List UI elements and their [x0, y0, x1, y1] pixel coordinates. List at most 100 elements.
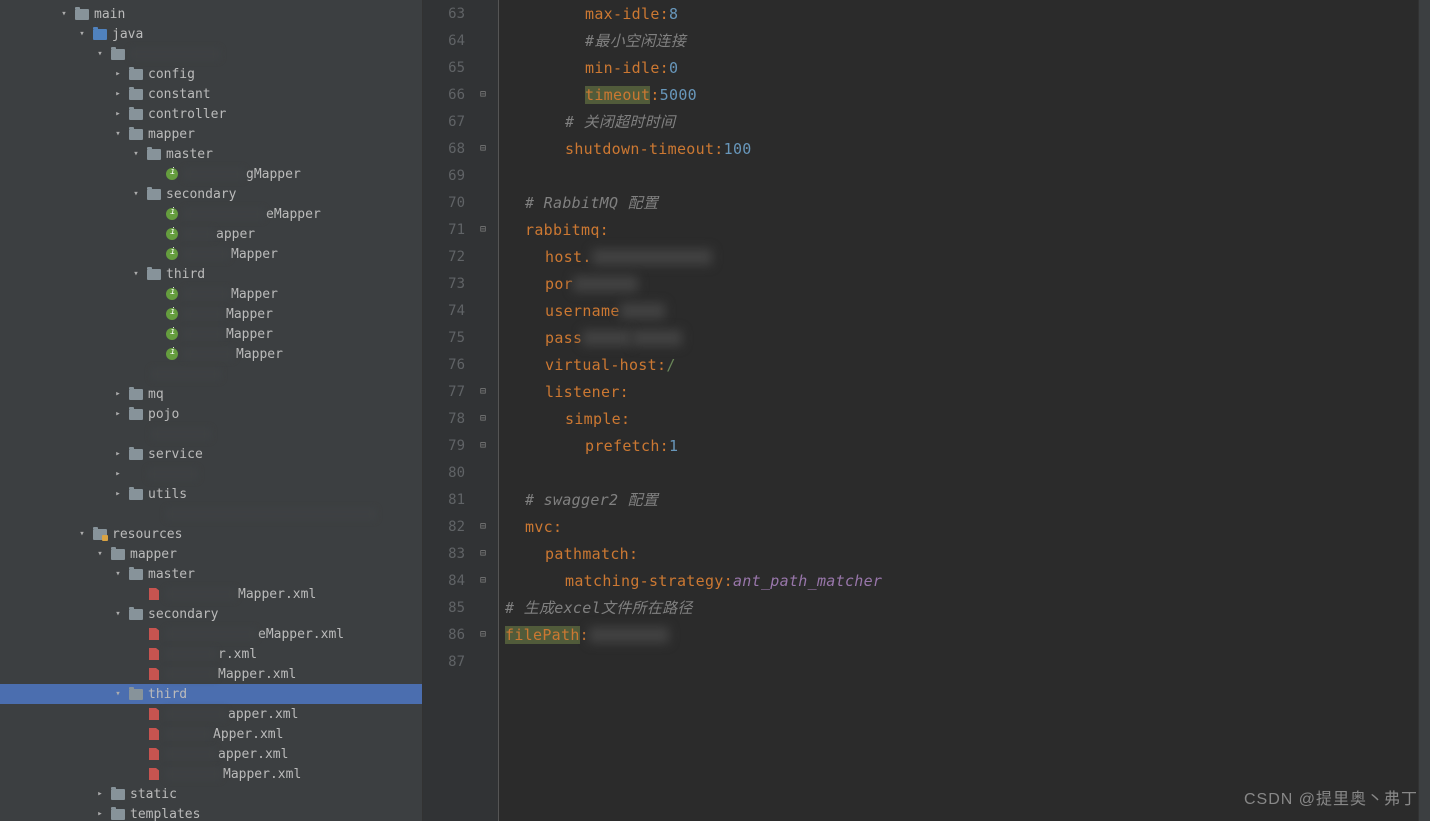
tree-item[interactable]: Mapper	[0, 284, 422, 304]
tree-item[interactable]: apper.xml	[0, 704, 422, 724]
project-tree-sidebar[interactable]: ▾main▾java▾▸config▸constant▸controller▾m…	[0, 0, 423, 821]
tree-item[interactable]: Mapper	[0, 324, 422, 344]
fold-marker[interactable]: ⊟	[473, 89, 493, 100]
tree-item[interactable]: gMapper	[0, 164, 422, 184]
tree-item[interactable]: ▸	[0, 464, 422, 484]
expand-arrow-icon[interactable]: ▸	[94, 808, 106, 820]
expand-arrow-icon[interactable]: ▸	[112, 408, 124, 420]
code-line[interactable]: prefetch: 1	[505, 432, 1418, 459]
fold-marker[interactable]: ⊟	[473, 224, 493, 235]
expand-arrow-icon[interactable]: ▾	[130, 148, 142, 160]
expand-arrow-icon[interactable]: ▾	[112, 608, 124, 620]
tree-item[interactable]: r.xml	[0, 644, 422, 664]
expand-arrow-icon[interactable]: ▸	[94, 788, 106, 800]
tree-item[interactable]: ▾third	[0, 684, 422, 704]
code-line[interactable]: mvc:	[505, 513, 1418, 540]
code-line[interactable]: # 生成excel文件所在路径	[505, 594, 1418, 621]
tree-item[interactable]: Mapper.xml	[0, 664, 422, 684]
tree-item[interactable]: ▸utils	[0, 484, 422, 504]
expand-arrow-icon[interactable]: ▸	[112, 88, 124, 100]
expand-arrow-icon[interactable]: ▸	[112, 388, 124, 400]
tree-item[interactable]: Mapper.xml	[0, 764, 422, 784]
tree-item[interactable]: eMapper.xml	[0, 624, 422, 644]
tree-item[interactable]: ▾main	[0, 4, 422, 24]
code-line[interactable]: matching-strategy: ant_path_matcher	[505, 567, 1418, 594]
code-content[interactable]: max-idle: 8#最小空闲连接min-idle: 0timeout: 50…	[499, 0, 1418, 821]
fold-marker[interactable]: ⊟	[473, 521, 493, 532]
code-line[interactable]: min-idle: 0	[505, 54, 1418, 81]
tree-item[interactable]: ▸service	[0, 444, 422, 464]
tree-item[interactable]: apper.xml	[0, 744, 422, 764]
tree-item[interactable]: Mapper	[0, 344, 422, 364]
expand-arrow-icon[interactable]: ▸	[112, 108, 124, 120]
fold-marker[interactable]: ⊟	[473, 548, 493, 559]
tree-item[interactable]: ▾mapper	[0, 544, 422, 564]
code-line[interactable]: por	[505, 270, 1418, 297]
code-line[interactable]: timeout: 5000	[505, 81, 1418, 108]
code-line[interactable]: shutdown-timeout: 100	[505, 135, 1418, 162]
code-line[interactable]	[505, 648, 1418, 675]
expand-arrow-icon[interactable]: ▸	[112, 68, 124, 80]
expand-arrow-icon[interactable]: ▸	[112, 488, 124, 500]
tree-item[interactable]: Mapper	[0, 304, 422, 324]
code-line[interactable]	[505, 162, 1418, 189]
expand-arrow-icon[interactable]: ▾	[76, 528, 88, 540]
code-line[interactable]: rabbitmq:	[505, 216, 1418, 243]
code-line[interactable]: virtual-host: /	[505, 351, 1418, 378]
fold-marker[interactable]: ⊟	[473, 575, 493, 586]
code-line[interactable]: filePath:	[505, 621, 1418, 648]
tree-item[interactable]: apper	[0, 224, 422, 244]
expand-arrow-icon[interactable]: ▾	[94, 548, 106, 560]
tree-item[interactable]: Mapper.xml	[0, 584, 422, 604]
code-line[interactable]: max-idle: 8	[505, 0, 1418, 27]
tree-item[interactable]: ▸config	[0, 64, 422, 84]
code-line[interactable]: listener:	[505, 378, 1418, 405]
tree-item[interactable]: ▾master	[0, 144, 422, 164]
expand-arrow-icon[interactable]: ▸	[112, 448, 124, 460]
expand-arrow-icon[interactable]: ▾	[112, 128, 124, 140]
expand-arrow-icon[interactable]: ▾	[130, 268, 142, 280]
expand-arrow-icon[interactable]: ▾	[112, 688, 124, 700]
expand-arrow-icon[interactable]: ▾	[58, 8, 70, 20]
code-line[interactable]: pathmatch:	[505, 540, 1418, 567]
tree-item[interactable]: ▸pojo	[0, 404, 422, 424]
code-line[interactable]: # 关闭超时时间	[505, 108, 1418, 135]
code-line[interactable]: #最小空闲连接	[505, 27, 1418, 54]
tree-item[interactable]: ▸constant	[0, 84, 422, 104]
code-line[interactable]: simple:	[505, 405, 1418, 432]
expand-arrow-icon[interactable]: ▾	[76, 28, 88, 40]
code-editor[interactable]: 63646566⊟6768⊟697071⊟727374757677⊟78⊟79⊟…	[423, 0, 1418, 821]
tree-item[interactable]: ▾secondary	[0, 184, 422, 204]
tree-item[interactable]: ▾java	[0, 24, 422, 44]
fold-marker[interactable]: ⊟	[473, 413, 493, 424]
code-line[interactable]: # RabbitMQ 配置	[505, 189, 1418, 216]
tree-item[interactable]: ▾third	[0, 264, 422, 284]
code-line[interactable]: username	[505, 297, 1418, 324]
tree-item[interactable]: ▾mapper	[0, 124, 422, 144]
tree-item[interactable]: ▾secondary	[0, 604, 422, 624]
tree-item[interactable]: ▸templates	[0, 804, 422, 821]
tree-item[interactable]	[0, 504, 422, 524]
tree-item[interactable]	[0, 364, 422, 384]
code-line[interactable]: host.	[505, 243, 1418, 270]
code-line[interactable]: pass	[505, 324, 1418, 351]
expand-arrow-icon[interactable]: ▾	[94, 48, 106, 60]
right-scrollbar[interactable]	[1418, 0, 1430, 821]
fold-marker[interactable]: ⊟	[473, 440, 493, 451]
tree-item[interactable]: Apper.xml	[0, 724, 422, 744]
code-line[interactable]	[505, 459, 1418, 486]
tree-item[interactable]	[0, 424, 422, 444]
fold-marker[interactable]: ⊟	[473, 143, 493, 154]
expand-arrow-icon[interactable]: ▾	[112, 568, 124, 580]
tree-item[interactable]: eMapper	[0, 204, 422, 224]
fold-marker[interactable]: ⊟	[473, 629, 493, 640]
code-line[interactable]: # swagger2 配置	[505, 486, 1418, 513]
tree-item[interactable]: ▾master	[0, 564, 422, 584]
expand-arrow-icon[interactable]: ▾	[130, 188, 142, 200]
tree-item[interactable]: ▾resources	[0, 524, 422, 544]
tree-item[interactable]: ▸controller	[0, 104, 422, 124]
tree-item[interactable]: Mapper	[0, 244, 422, 264]
fold-marker[interactable]: ⊟	[473, 386, 493, 397]
tree-item[interactable]: ▸static	[0, 784, 422, 804]
tree-item[interactable]: ▸mq	[0, 384, 422, 404]
